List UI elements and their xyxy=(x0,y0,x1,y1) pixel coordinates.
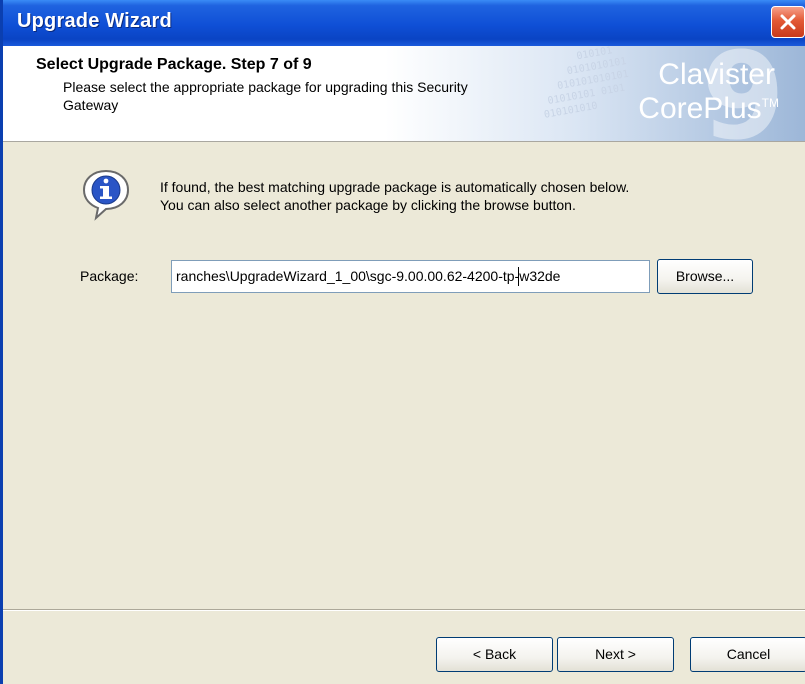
package-path-value: ranches\UpgradeWizard_1_00\sgc-9.00.00.6… xyxy=(176,268,561,284)
info-line-1: If found, the best matching upgrade pack… xyxy=(160,179,630,195)
browse-button[interactable]: Browse... xyxy=(657,259,753,294)
info-icon xyxy=(79,167,133,226)
brand-coreplus: CorePlusTM xyxy=(638,92,779,125)
text-caret xyxy=(518,267,519,286)
brand-clavister: Clavister xyxy=(658,58,775,91)
footer-separator xyxy=(3,609,805,611)
next-button[interactable]: Next > xyxy=(557,637,674,672)
close-button[interactable] xyxy=(771,6,805,38)
package-label: Package: xyxy=(80,268,139,284)
info-line-2: You can also select another package by c… xyxy=(160,197,576,213)
step-description: Please select the appropriate package fo… xyxy=(63,79,468,113)
upgrade-wizard-window: Upgrade Wizard 010101 0101010101 0101010… xyxy=(0,0,805,684)
back-button[interactable]: < Back xyxy=(436,637,553,672)
cancel-button[interactable]: Cancel xyxy=(690,637,805,672)
package-path-input[interactable]: ranches\UpgradeWizard_1_00\sgc-9.00.00.6… xyxy=(171,260,650,293)
title-bar[interactable]: Upgrade Wizard xyxy=(3,0,805,46)
wizard-header: 010101 0101010101 010101010101 01010101 … xyxy=(3,46,805,142)
info-message: If found, the best matching upgrade pack… xyxy=(160,178,629,214)
step-title: Select Upgrade Package. Step 7 of 9 xyxy=(36,56,312,73)
close-icon xyxy=(780,14,796,30)
window-title: Upgrade Wizard xyxy=(17,10,172,32)
